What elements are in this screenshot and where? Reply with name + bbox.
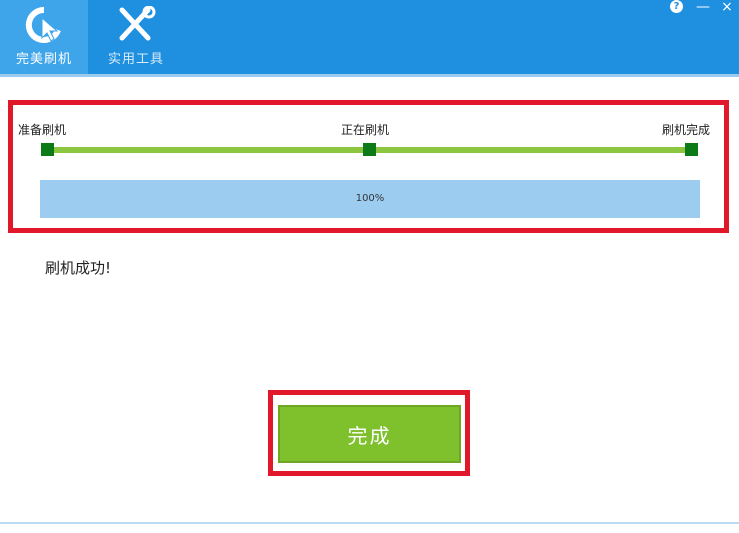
tab-perfect-flash[interactable]: 完美刷机 xyxy=(0,0,88,74)
help-button[interactable]: ? xyxy=(670,0,683,13)
tab-tools[interactable]: 实用工具 xyxy=(88,0,184,74)
window-bottom-border xyxy=(0,522,739,524)
flash-refresh-icon xyxy=(0,6,88,44)
highlight-progress-box xyxy=(8,100,729,233)
tab-tools-label: 实用工具 xyxy=(107,52,164,67)
status-message: 刷机成功! xyxy=(45,259,112,277)
close-button[interactable]: × xyxy=(720,0,734,14)
minimize-button[interactable]: — xyxy=(696,0,710,14)
tab-perfect-flash-label: 完美刷机 xyxy=(15,52,72,67)
title-bar-strip xyxy=(0,74,739,77)
highlight-done-button-box xyxy=(268,390,470,476)
tools-icon xyxy=(88,5,184,44)
